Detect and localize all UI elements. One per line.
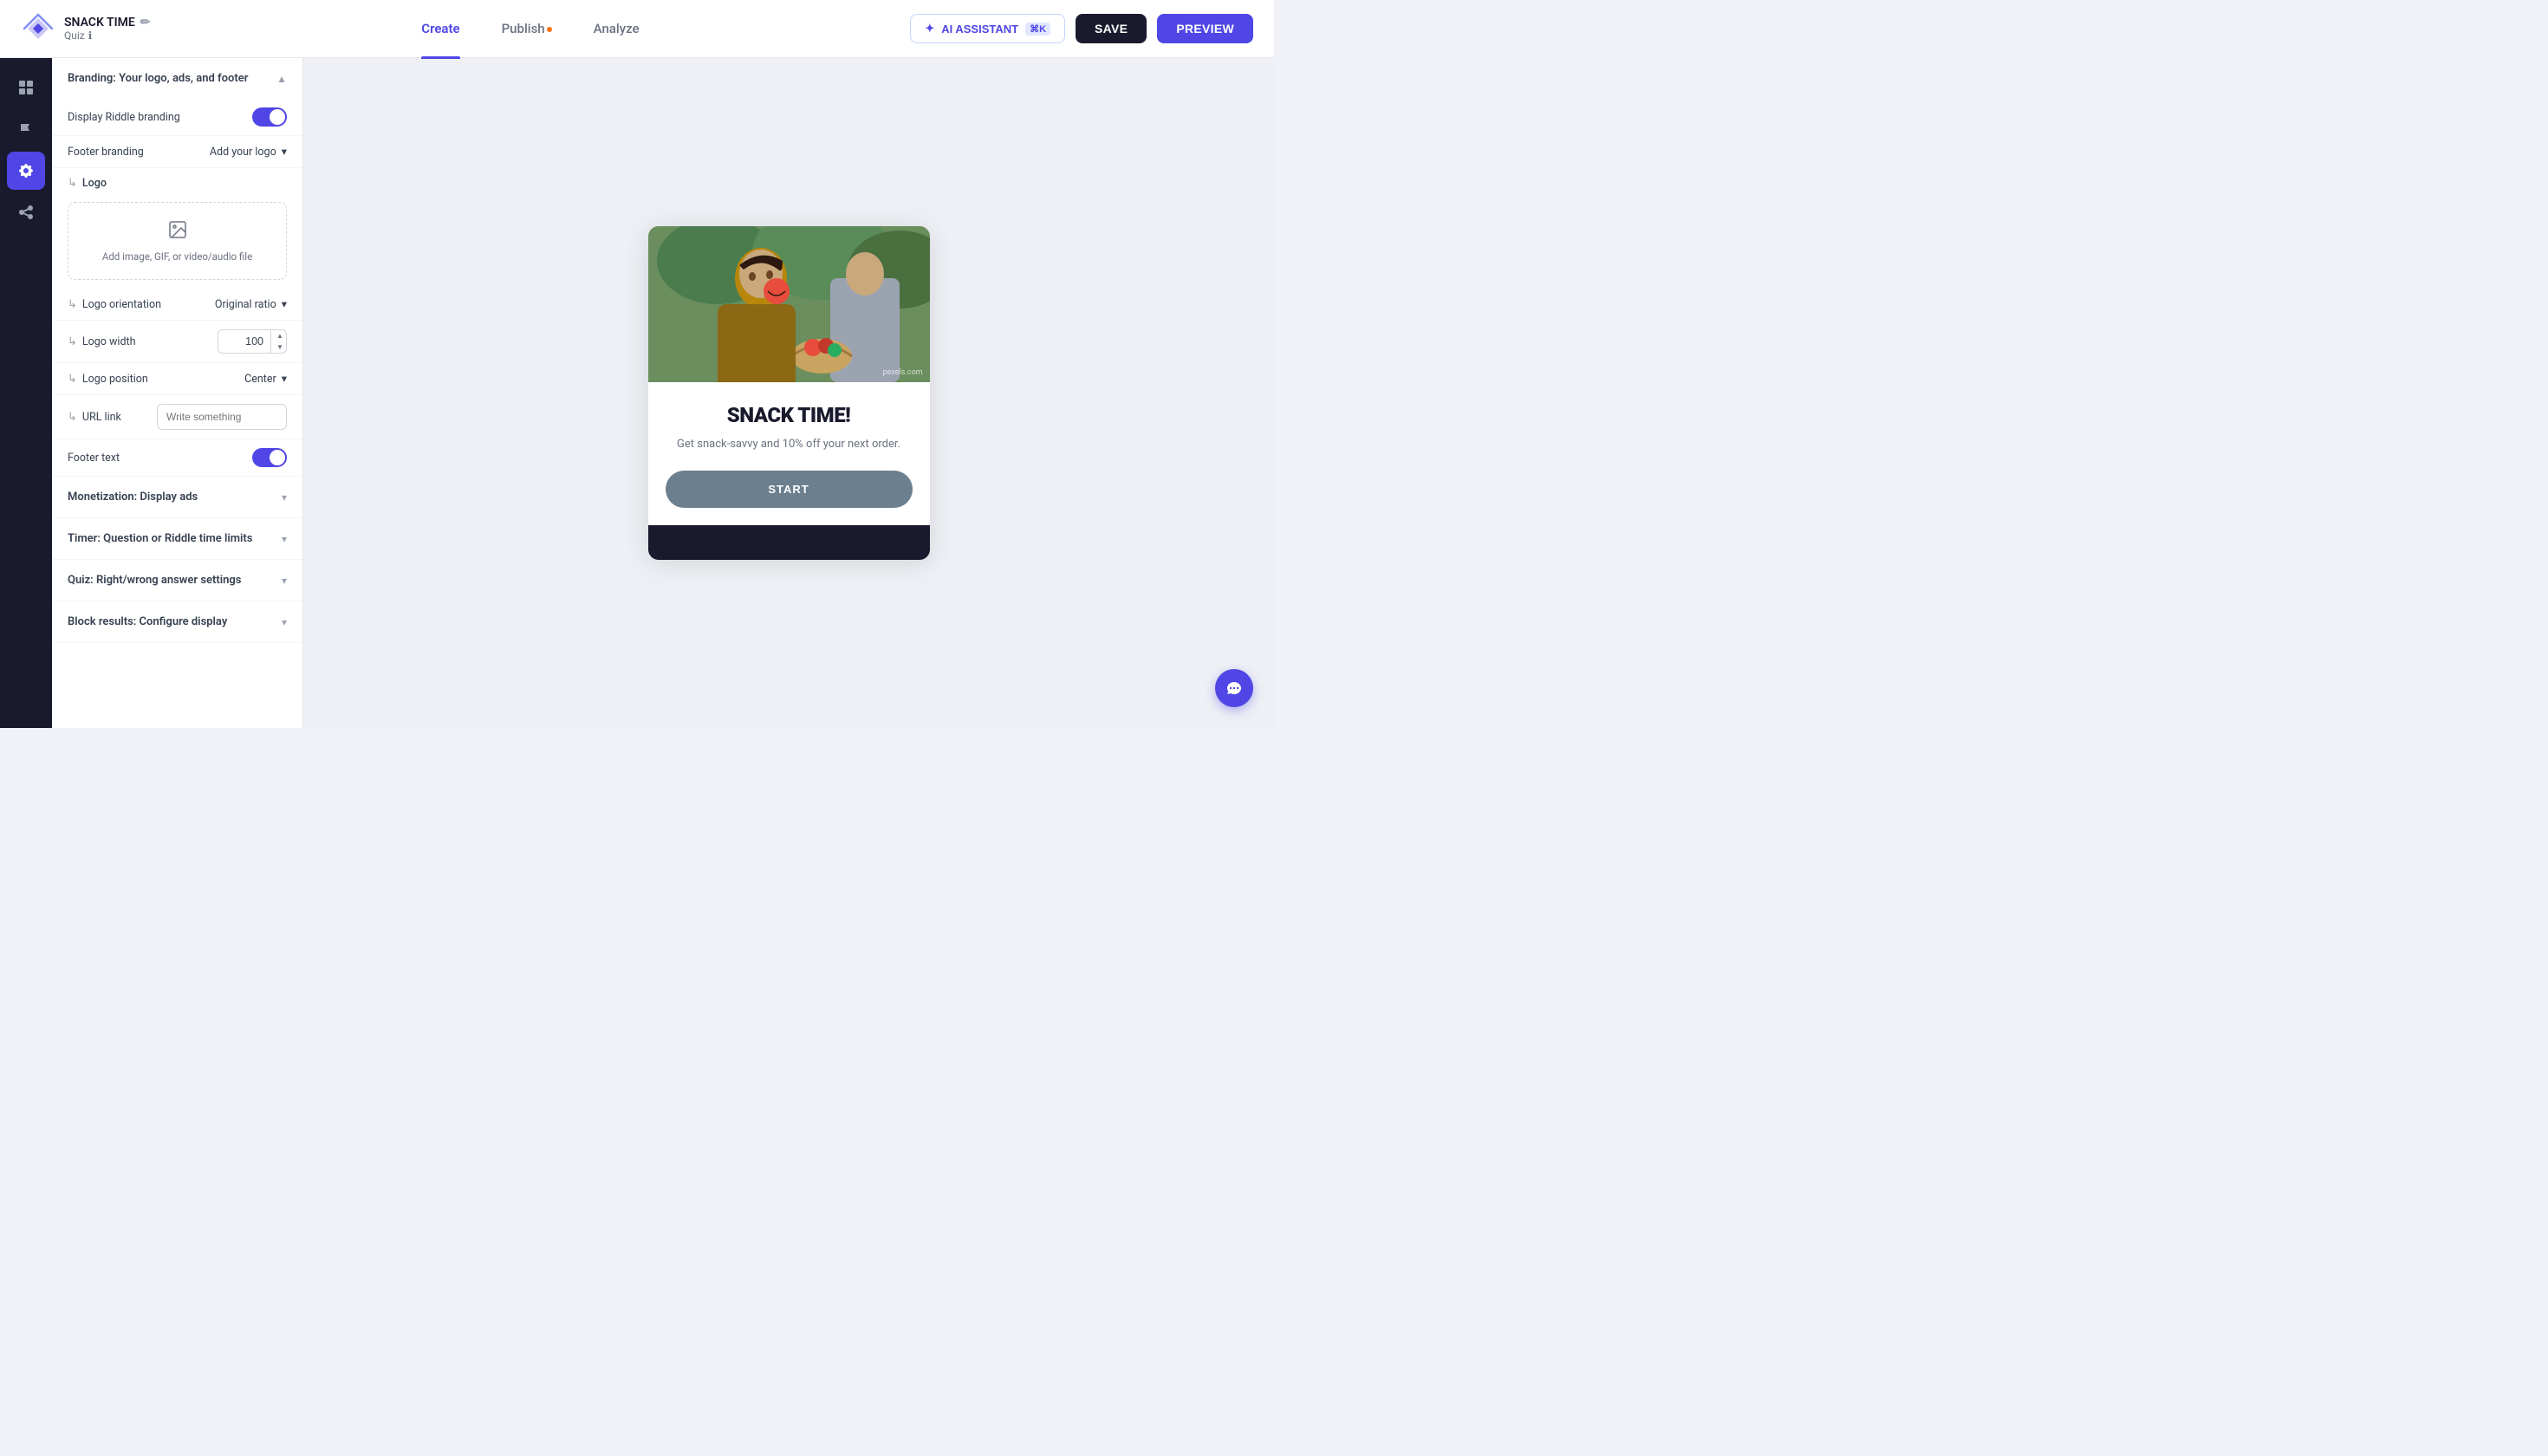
url-link-input[interactable]	[157, 404, 287, 430]
quiz-card: pexels.com SNACK TIME! Get snack-savvy a…	[648, 226, 930, 560]
footer-branding-label: Footer branding	[68, 146, 144, 159]
footer-branding-chevron-icon: ▾	[282, 145, 287, 159]
orientation-indent-icon: ↳	[68, 298, 77, 311]
save-button[interactable]: SAVE	[1076, 14, 1147, 43]
logo-orientation-row: ↳ Logo orientation Original ratio ▾	[52, 289, 302, 321]
block-results-header[interactable]: Block results: Configure display ▾	[52, 601, 302, 643]
rail-gear[interactable]	[7, 152, 45, 190]
nav-right: ✦ AI ASSISTANT ⌘K SAVE PREVIEW	[910, 14, 1253, 43]
ai-shortcut-badge: ⌘K	[1025, 23, 1050, 36]
block-results-label: Block results: Configure display	[68, 615, 227, 628]
project-subtitle: Quiz ℹ	[64, 29, 150, 42]
quiz-footer	[648, 525, 930, 560]
footer-branding-value[interactable]: Add your logo ▾	[210, 145, 287, 159]
main-area: Branding: Your logo, ads, and footer ▲ D…	[0, 58, 1274, 728]
timer-chevron-icon: ▾	[282, 533, 287, 545]
display-riddle-label: Display Riddle branding	[68, 111, 180, 124]
chat-support-button[interactable]	[1215, 669, 1253, 707]
position-indent-icon: ↳	[68, 373, 77, 386]
app-logo-icon	[21, 11, 55, 46]
nav-publish[interactable]: Publish	[502, 17, 552, 40]
quiz-body: SNACK TIME! Get snack-savvy and 10% off …	[648, 382, 930, 525]
spinner-down-button[interactable]: ▼	[271, 341, 287, 353]
position-chevron-icon: ▾	[282, 372, 287, 386]
publish-dot	[547, 27, 552, 32]
ai-assistant-button[interactable]: ✦ AI ASSISTANT ⌘K	[910, 14, 1065, 43]
footer-text-toggle[interactable]	[252, 448, 287, 467]
logo-label-row: ↳ Logo	[52, 168, 302, 193]
orientation-chevron-icon: ▾	[282, 297, 287, 311]
preview-button[interactable]: PREVIEW	[1157, 14, 1253, 43]
pexels-badge: pexels.com	[883, 368, 923, 377]
quiz-settings-header[interactable]: Quiz: Right/wrong answer settings ▾	[52, 560, 302, 601]
logo-position-value[interactable]: Center ▾	[244, 372, 287, 386]
info-icon[interactable]: ℹ	[88, 29, 93, 42]
display-riddle-row: Display Riddle branding	[52, 99, 302, 136]
logo-position-row: ↳ Logo position Center ▾	[52, 363, 302, 395]
project-title: SNACK TIME ✏	[64, 16, 150, 29]
timer-label: Timer: Question or Riddle time limits	[68, 532, 252, 545]
monetization-label: Monetization: Display ads	[68, 491, 198, 504]
footer-text-row: Footer text	[52, 439, 302, 477]
upload-icon	[167, 219, 188, 245]
title-area: SNACK TIME ✏ Quiz ℹ	[64, 16, 150, 42]
nav-analyze[interactable]: Analyze	[594, 17, 640, 40]
ai-sparkle-icon: ✦	[925, 22, 934, 36]
edit-icon[interactable]: ✏	[140, 16, 151, 29]
branding-section-header[interactable]: Branding: Your logo, ads, and footer ▲	[52, 58, 302, 99]
logo-orientation-label: ↳ Logo orientation	[68, 298, 161, 311]
logo-width-input-wrap: ▲ ▼	[218, 329, 287, 354]
spinner-up-button[interactable]: ▲	[271, 330, 287, 341]
url-indent-icon: ↳	[68, 411, 77, 424]
branding-header-label: Branding: Your logo, ads, and footer	[68, 72, 248, 85]
block-results-chevron-icon: ▾	[282, 616, 287, 628]
nav-create[interactable]: Create	[421, 17, 459, 40]
logo-area: SNACK TIME ✏ Quiz ℹ	[21, 11, 150, 46]
footer-text-label: Footer text	[68, 452, 120, 465]
quiz-start-button[interactable]: START	[666, 471, 913, 508]
monetization-chevron-icon: ▾	[282, 491, 287, 504]
topnav: SNACK TIME ✏ Quiz ℹ Create Publish Analy…	[0, 0, 1274, 58]
logo-label: Logo	[82, 177, 107, 190]
quiz-settings-chevron-icon: ▾	[282, 575, 287, 587]
number-spinners: ▲ ▼	[270, 330, 287, 353]
upload-label: Add image, GIF, or video/audio file	[102, 250, 252, 263]
rail-share[interactable]	[7, 193, 45, 231]
width-indent-icon: ↳	[68, 335, 77, 348]
rail-flag[interactable]	[7, 110, 45, 148]
url-link-row: ↳ URL link	[52, 395, 302, 439]
preview-area: pexels.com SNACK TIME! Get snack-savvy a…	[303, 58, 1274, 728]
settings-panel: Branding: Your logo, ads, and footer ▲ D…	[52, 58, 303, 728]
nav-center: Create Publish Analyze	[167, 17, 893, 40]
logo-indent-icon: ↳	[68, 177, 77, 190]
rail-grid[interactable]	[7, 68, 45, 107]
footer-branding-row: Footer branding Add your logo ▾	[52, 136, 302, 168]
logo-position-label: ↳ Logo position	[68, 373, 148, 386]
url-link-label: ↳ URL link	[68, 411, 121, 424]
logo-width-label: ↳ Logo width	[68, 335, 135, 348]
logo-upload-box[interactable]: Add image, GIF, or video/audio file	[68, 202, 287, 280]
logo-width-input[interactable]	[218, 330, 270, 353]
quiz-subtitle: Get snack-savvy and 10% off your next or…	[666, 436, 913, 453]
quiz-title: SNACK TIME!	[666, 403, 913, 427]
logo-orientation-value[interactable]: Original ratio ▾	[215, 297, 287, 311]
quiz-settings-label: Quiz: Right/wrong answer settings	[68, 574, 241, 587]
branding-chevron-up-icon: ▲	[276, 73, 287, 85]
timer-header[interactable]: Timer: Question or Riddle time limits ▾	[52, 518, 302, 560]
display-riddle-toggle[interactable]	[252, 107, 287, 127]
icon-rail	[0, 58, 52, 728]
monetization-header[interactable]: Monetization: Display ads ▾	[52, 477, 302, 518]
logo-width-row: ↳ Logo width ▲ ▼	[52, 321, 302, 363]
quiz-hero-image: pexels.com	[648, 226, 930, 382]
